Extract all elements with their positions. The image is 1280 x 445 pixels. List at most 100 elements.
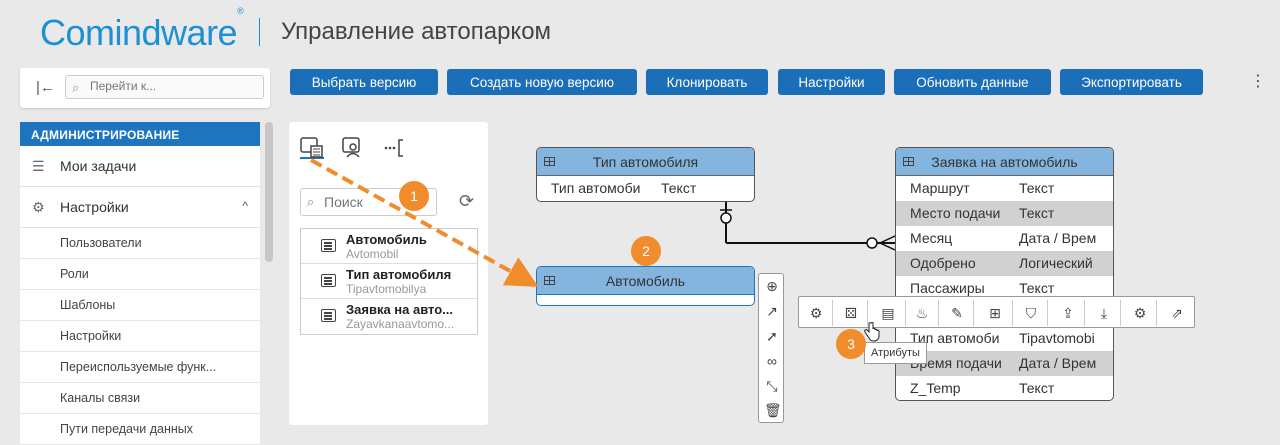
collapse-icon[interactable]: ⤡ (764, 378, 780, 394)
attribute-row[interactable]: Тип автомоби Tipavtomobi (896, 326, 1113, 351)
refresh-icon[interactable]: ⟳ (459, 191, 474, 212)
entity-header[interactable]: Заявка на автомобиль (896, 148, 1113, 176)
list-item[interactable]: Автомобиль Avtomobil (301, 229, 477, 264)
upload-icon[interactable]: ⇪ (1057, 302, 1079, 324)
open-icon[interactable]: ↗ (764, 303, 780, 319)
fire-icon[interactable]: ♨ (911, 302, 933, 324)
delete-icon[interactable]: 🗑 (764, 402, 782, 418)
attribute-type: Текст (1019, 280, 1055, 296)
attribute-name: Место подачи (910, 205, 1001, 221)
collapse-sidebar-icon[interactable]: |← (36, 79, 55, 96)
logo-text: Comindware (40, 12, 238, 53)
list-icon (321, 309, 336, 322)
download-icon[interactable]: ⤓ (1093, 302, 1115, 324)
sidebar-subitem-templates[interactable]: Шаблоны (20, 290, 260, 321)
add-icon[interactable]: ⊕ (764, 278, 780, 294)
sidebar-subitem-data-paths[interactable]: Пути передачи данных (20, 414, 260, 445)
attribute-row[interactable]: Z_Temp Текст (896, 376, 1113, 400)
attribute-row[interactable]: Одобрено Логический (896, 251, 1113, 276)
attribute-name: Месяц (910, 230, 953, 246)
attribute-type: Текст (661, 180, 697, 196)
entity-car[interactable]: Автомобиль (536, 266, 755, 306)
template-alias: Avtomobil (346, 247, 399, 261)
search-icon: ⌕ (307, 194, 315, 209)
attribute-name: Тип автомоби (551, 180, 641, 196)
settings-button[interactable]: Настройки (778, 69, 885, 95)
sidebar-scrollbar[interactable] (265, 122, 273, 262)
sidebar-item-settings[interactable]: ⚙ Настройки ^ (20, 187, 260, 228)
shield-icon[interactable]: ⛉ (1020, 302, 1042, 324)
share-icon[interactable]: ⇗ (1166, 302, 1188, 324)
entity-car-request[interactable]: Заявка на автомобиль Маршрут Текст Место … (895, 147, 1114, 401)
list-icon (321, 239, 336, 252)
sidebar-item-my-tasks[interactable]: ☰ Мои задачи (20, 146, 260, 187)
divider (1120, 300, 1121, 326)
comindware-logo[interactable]: Comindware® (40, 6, 244, 54)
pin-icon[interactable]: ➚ (764, 328, 780, 344)
clone-button[interactable]: Клонировать (646, 69, 768, 95)
divider (1156, 300, 1157, 326)
divider (1012, 300, 1013, 326)
attributes-icon[interactable]: ⚄ (840, 302, 862, 324)
attribute-row[interactable]: Месяц Дата / Врем (896, 226, 1113, 251)
create-new-version-button[interactable]: Создать новую версию (447, 69, 637, 95)
list-item[interactable]: Заявка на авто... Zayavkanaavtomo... (301, 299, 477, 334)
sidebar-subitem-reusable-functions[interactable]: Переиспользуемые функ... (20, 352, 260, 383)
entity-header[interactable]: Автомобиль (537, 267, 754, 295)
sidebar-subitem-users[interactable]: Пользователи (20, 228, 260, 259)
template-name: Тип автомобиля (346, 267, 452, 282)
settings-alt-icon[interactable]: ⚙ (1129, 302, 1151, 324)
entity-action-toolbar: ⚙ ⚄ ▤ ♨ ✎ ⊞ ⛉ ⇪ ⤓ ⚙ ⇗ (798, 296, 1195, 328)
template-name: Автомобиль (346, 232, 427, 247)
hierarchy-icon[interactable]: ⊞ (984, 302, 1006, 324)
divider (938, 300, 939, 326)
export-button[interactable]: Экспортировать (1060, 69, 1203, 95)
sidebar-item-label: Мои задачи (60, 158, 137, 174)
more-tab-icon[interactable] (383, 137, 407, 159)
template-alias: Zayavkanaavtomo... (346, 317, 455, 331)
nav-search-input[interactable] (90, 79, 260, 93)
list-icon (321, 274, 336, 287)
attribute-name: Маршрут (910, 180, 970, 196)
nav-search-box[interactable]: ⌕ (65, 75, 264, 99)
user-card-tab-icon[interactable] (341, 137, 365, 159)
attribute-row[interactable]: Маршрут Текст (896, 176, 1113, 201)
select-version-button[interactable]: Выбрать версию (290, 69, 438, 95)
attribute-type: Текст (1019, 180, 1055, 196)
search-icon: ⌕ (72, 80, 80, 95)
divider (1084, 300, 1085, 326)
edit-icon[interactable]: ✎ (946, 302, 968, 324)
sidebar-subitem-channels[interactable]: Каналы связи (20, 383, 260, 414)
refresh-data-button[interactable]: Обновить данные (894, 69, 1051, 95)
attribute-name: Z_Temp (910, 380, 961, 396)
templates-tab-icon[interactable] (300, 137, 324, 159)
more-options-icon[interactable]: ⋮ (1250, 71, 1266, 91)
link-icon[interactable]: ∞ (764, 353, 780, 369)
step-badge-2: 2 (631, 236, 661, 266)
divider (832, 300, 833, 326)
list-item[interactable]: Тип автомобиля Tipavtomobilya (301, 264, 477, 299)
gear-icon[interactable]: ⚙ (805, 302, 827, 324)
sidebar: АДМИНИСТРИРОВАНИЕ ☰ Мои задачи ⚙ Настрой… (20, 122, 260, 445)
sidebar-item-label: Настройки (60, 199, 129, 215)
attribute-row[interactable]: Место подачи Текст (896, 201, 1113, 226)
attribute-type: Логический (1019, 255, 1093, 271)
attribute-type: Tipavtomobi (1019, 330, 1095, 346)
sidebar-subitem-settings[interactable]: Настройки (20, 321, 260, 352)
hand-cursor-icon (864, 322, 880, 342)
entity-title: Тип автомобиля (592, 154, 699, 170)
sidebar-subitem-roles[interactable]: Роли (20, 259, 260, 290)
divider (1047, 300, 1048, 326)
entity-header[interactable]: Тип автомобиля (537, 148, 754, 176)
nav-bar: |← ⌕ (20, 68, 270, 108)
attribute-row[interactable]: Время подачи Дата / Врем (896, 351, 1113, 376)
table-icon (544, 157, 555, 166)
tasks-icon: ☰ (32, 157, 45, 174)
chevron-up-icon[interactable]: ^ (242, 199, 248, 213)
attribute-row[interactable]: Тип автомоби Текст (537, 176, 754, 201)
entity-car-type[interactable]: Тип автомобиля Тип автомоби Текст (536, 147, 755, 202)
templates-panel: ⌕ ⟳ Автомобиль Avtomobil Тип автомобиля … (289, 122, 488, 425)
attribute-type: Дата / Врем (1019, 230, 1097, 246)
form-icon[interactable]: ▤ (877, 302, 899, 324)
divider (905, 300, 906, 326)
